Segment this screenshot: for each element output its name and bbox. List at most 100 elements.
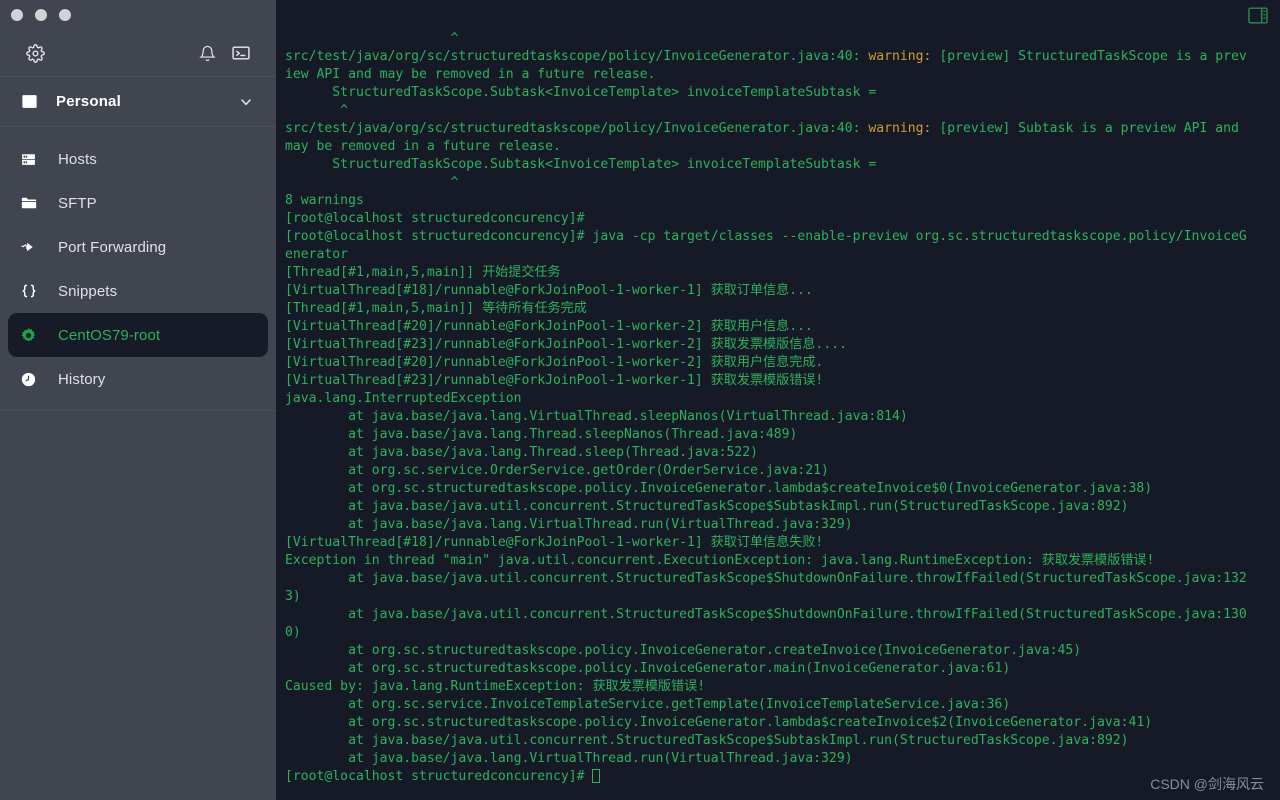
terminal-line: StructuredTaskScope.Subtask<InvoiceTempl… bbox=[285, 84, 1272, 102]
split-pane-icon[interactable] bbox=[1248, 6, 1268, 24]
terminal-text: 3) bbox=[285, 589, 301, 604]
terminal-text: [Thread[#1,main,5,main]] 等待所有任务完成 bbox=[285, 301, 587, 316]
terminal-line: [root@localhost structuredconcurency]# j… bbox=[285, 228, 1272, 246]
terminal-line: at java.base/java.lang.Thread.sleep(Thre… bbox=[285, 444, 1272, 462]
sidebar-item-hosts[interactable]: Hosts bbox=[8, 137, 268, 181]
terminal-text: at java.base/java.lang.VirtualThread.run… bbox=[285, 517, 853, 532]
sidebar-nav: Hosts SFTP Port Forwarding Snippets Cent… bbox=[0, 127, 276, 411]
terminal-line: 8 warnings bbox=[285, 192, 1272, 210]
terminal-line: [VirtualThread[#20]/runnable@ForkJoinPoo… bbox=[285, 354, 1272, 372]
terminal-text: at java.base/java.lang.Thread.sleep(Thre… bbox=[285, 445, 758, 460]
terminal-line: [VirtualThread[#18]/runnable@ForkJoinPoo… bbox=[285, 282, 1272, 300]
terminal-text: at java.base/java.lang.VirtualThread.sle… bbox=[285, 409, 908, 424]
terminal-text: at org.sc.structuredtaskscope.policy.Inv… bbox=[285, 481, 1153, 496]
sidebar-item-label: History bbox=[58, 370, 106, 388]
server-icon bbox=[20, 151, 44, 168]
terminal-line: at java.base/java.util.concurrent.Struct… bbox=[285, 570, 1272, 588]
terminal-text: java.lang.InterruptedException bbox=[285, 391, 522, 406]
terminal-line: StructuredTaskScope.Subtask<InvoiceTempl… bbox=[285, 156, 1272, 174]
watermark: CSDN @剑海风云 bbox=[1150, 776, 1264, 792]
gear-icon[interactable] bbox=[22, 40, 48, 66]
terminal-line: iew API and may be removed in a future r… bbox=[285, 66, 1272, 84]
terminal-text: StructuredTaskScope.Subtask<InvoiceTempl… bbox=[285, 157, 877, 172]
terminal-text: ^ bbox=[285, 31, 459, 46]
terminal-text: src/test/java/org/sc/structuredtaskscope… bbox=[285, 49, 869, 64]
sidebar-toolbar bbox=[0, 30, 276, 77]
terminal-text: enerator bbox=[285, 247, 349, 262]
terminal-text: [VirtualThread[#23]/runnable@ForkJoinPoo… bbox=[285, 373, 824, 388]
close-button[interactable] bbox=[11, 9, 23, 21]
sidebar-item-centos79-root[interactable]: CentOS79-root bbox=[8, 313, 268, 357]
terminal-line: [VirtualThread[#23]/runnable@ForkJoinPoo… bbox=[285, 372, 1272, 390]
safe-icon bbox=[20, 92, 42, 111]
terminal-text: at java.base/java.util.concurrent.Struct… bbox=[285, 571, 1247, 586]
terminal-text: iew API and may be removed in a future r… bbox=[285, 67, 656, 82]
terminal-line: Exception in thread "main" java.util.con… bbox=[285, 552, 1272, 570]
window-traffic-lights bbox=[0, 0, 276, 30]
terminal-line: [root@localhost structuredconcurency]# bbox=[285, 210, 1272, 228]
terminal-text: at org.sc.service.InvoiceTemplateService… bbox=[285, 697, 1011, 712]
sidebar-item-port-forwarding[interactable]: Port Forwarding bbox=[8, 225, 268, 269]
sidebar-item-label: Snippets bbox=[58, 282, 118, 300]
terminal-line: src/test/java/org/sc/structuredtaskscope… bbox=[285, 120, 1272, 138]
terminal-text: at java.base/java.util.concurrent.Struct… bbox=[285, 733, 1129, 748]
terminal-text: StructuredTaskScope.Subtask<InvoiceTempl… bbox=[285, 85, 877, 100]
terminal-line: at java.base/java.lang.VirtualThread.run… bbox=[285, 516, 1272, 534]
terminal-pane[interactable]: ^ src/test/java/org/sc/structuredtaskscop… bbox=[276, 0, 1280, 800]
sidebar-item-sftp[interactable]: SFTP bbox=[8, 181, 268, 225]
sidebar-item-label: Port Forwarding bbox=[58, 238, 167, 256]
terminal-text: Caused by: java.lang.RuntimeException: 获… bbox=[285, 679, 706, 694]
terminal-text: 8 warnings bbox=[285, 193, 364, 208]
terminal-line: at java.base/java.util.concurrent.Struct… bbox=[285, 606, 1272, 624]
sidebar-item-snippets[interactable]: Snippets bbox=[8, 269, 268, 313]
terminal-line: at org.sc.structuredtaskscope.policy.Inv… bbox=[285, 714, 1272, 732]
terminal-text: at org.sc.structuredtaskscope.policy.Inv… bbox=[285, 661, 1011, 676]
warning-token: warning: bbox=[868, 49, 932, 64]
terminal-line: ^ bbox=[285, 30, 1272, 48]
terminal-line: [VirtualThread[#23]/runnable@ForkJoinPoo… bbox=[285, 336, 1272, 354]
terminal-line: at org.sc.structuredtaskscope.policy.Inv… bbox=[285, 480, 1272, 498]
workspace-label: Personal bbox=[56, 93, 121, 110]
terminal-line: src/test/java/org/sc/structuredtaskscope… bbox=[285, 48, 1272, 66]
terminal-cursor bbox=[592, 769, 601, 783]
terminal-text: [VirtualThread[#20]/runnable@ForkJoinPoo… bbox=[285, 355, 824, 370]
minimize-button[interactable] bbox=[35, 9, 47, 21]
workspace-selector[interactable]: Personal bbox=[0, 77, 276, 127]
clock-icon bbox=[20, 371, 44, 388]
terminal-text: ^ bbox=[285, 175, 459, 190]
terminal-text: 0) bbox=[285, 625, 301, 640]
gear-icon bbox=[20, 327, 44, 344]
terminal-text: at org.sc.structuredtaskscope.policy.Inv… bbox=[285, 715, 1153, 730]
terminal-text: may be removed in a future release. bbox=[285, 139, 561, 154]
warning-token: warning: bbox=[868, 121, 932, 136]
terminal-text: [Thread[#1,main,5,main]] 开始提交任务 bbox=[285, 265, 561, 280]
terminal-line: at org.sc.structuredtaskscope.policy.Inv… bbox=[285, 660, 1272, 678]
terminal-line: ^ bbox=[285, 102, 1272, 120]
braces-icon bbox=[20, 282, 44, 300]
chevron-down-icon[interactable] bbox=[238, 94, 254, 110]
terminal-icon[interactable] bbox=[228, 40, 254, 66]
terminal-line: java.lang.InterruptedException bbox=[285, 390, 1272, 408]
terminal-text: [root@localhost structuredconcurency]# j… bbox=[285, 229, 1247, 244]
terminal-line: at java.base/java.util.concurrent.Struct… bbox=[285, 498, 1272, 516]
terminal-text: [VirtualThread[#18]/runnable@ForkJoinPoo… bbox=[285, 535, 824, 550]
folder-icon bbox=[20, 194, 44, 212]
sidebar-item-history[interactable]: History bbox=[8, 357, 268, 401]
terminal-text: at java.base/java.lang.VirtualThread.run… bbox=[285, 751, 853, 766]
terminal-line: [Thread[#1,main,5,main]] 等待所有任务完成 bbox=[285, 300, 1272, 318]
sidebar-divider bbox=[0, 410, 276, 411]
terminal-text: [preview] StructuredTaskScope is a prev bbox=[931, 49, 1247, 64]
terminal-text: ^ bbox=[285, 103, 349, 118]
terminal-text: at org.sc.service.OrderService.getOrder(… bbox=[285, 463, 829, 478]
terminal-text: at org.sc.structuredtaskscope.policy.Inv… bbox=[285, 643, 1082, 658]
bell-icon[interactable] bbox=[194, 40, 220, 66]
terminal-text: [VirtualThread[#20]/runnable@ForkJoinPoo… bbox=[285, 319, 813, 334]
terminal-text: src/test/java/org/sc/structuredtaskscope… bbox=[285, 121, 869, 136]
port-forwarding-icon bbox=[20, 238, 44, 256]
terminal-line: at org.sc.service.InvoiceTemplateService… bbox=[285, 696, 1272, 714]
terminal-line: enerator bbox=[285, 246, 1272, 264]
terminal-line: at java.base/java.util.concurrent.Struct… bbox=[285, 732, 1272, 750]
terminal-line: [VirtualThread[#20]/runnable@ForkJoinPoo… bbox=[285, 318, 1272, 336]
terminal-text: [root@localhost structuredconcurency]# bbox=[285, 211, 585, 226]
maximize-button[interactable] bbox=[59, 9, 71, 21]
